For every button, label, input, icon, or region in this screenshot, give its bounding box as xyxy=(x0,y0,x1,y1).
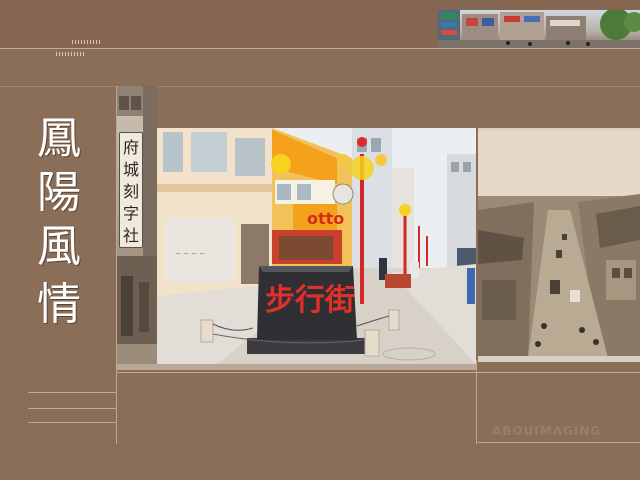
divider-mid xyxy=(0,86,640,87)
title-char: 鳳 xyxy=(37,113,81,164)
sign-char: 刻 xyxy=(122,182,139,201)
divider-top xyxy=(0,48,640,49)
sign-char: 城 xyxy=(122,160,139,179)
photo-frame-left-bottom xyxy=(117,364,476,370)
sign-char: 字 xyxy=(122,204,139,223)
title-char: 風 xyxy=(37,221,81,272)
watermark-text: ABOUIMAGING xyxy=(492,424,602,438)
vertical-title: 鳳 陽 風 情 xyxy=(28,112,90,332)
title-char: 情 xyxy=(37,279,81,330)
photo-frame-bottom xyxy=(478,356,640,362)
sign-char: 府 xyxy=(122,138,139,157)
divider-bottom-right xyxy=(478,442,640,443)
shop-sign-text: otto xyxy=(307,209,344,228)
divider-bottom-b xyxy=(28,408,116,409)
divider-bottom-c xyxy=(28,422,116,423)
tick-marks-b xyxy=(56,52,84,56)
divider-bottom-a xyxy=(28,392,116,393)
vertical-line-right xyxy=(476,360,477,444)
tick-marks-a xyxy=(72,40,102,44)
street-thumbnail-image xyxy=(438,10,640,48)
old-street-aerial-photo xyxy=(478,130,640,358)
svg-text:~ ~ ~ ~: ~ ~ ~ ~ xyxy=(175,250,205,258)
stone-inscription: 步行街 xyxy=(265,283,355,318)
photo-frame-top xyxy=(478,128,640,131)
sign-char: 社 xyxy=(122,226,139,245)
title-char: 陽 xyxy=(37,167,81,218)
engraving-shop-signboard: 府 城 刻 字 社 xyxy=(119,132,143,248)
pedestrian-street-photo: ~ ~ ~ ~ otto 步行街 xyxy=(157,128,476,364)
divider-low xyxy=(117,372,640,373)
